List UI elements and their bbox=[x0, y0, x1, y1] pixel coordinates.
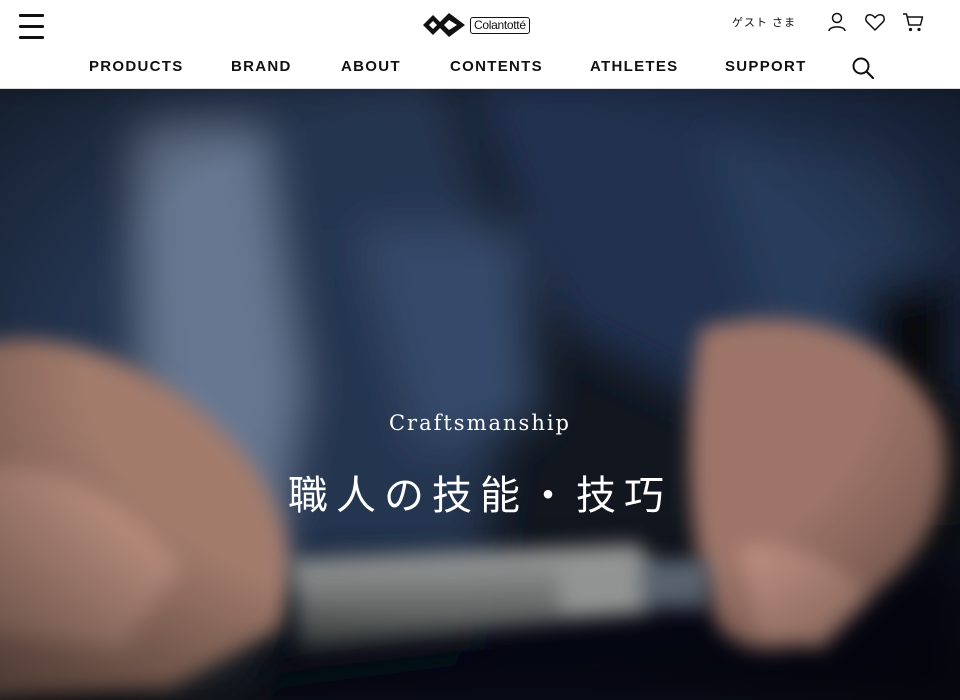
brand-logo[interactable]: Colantotté bbox=[422, 8, 530, 42]
nav-item-athletes[interactable]: ATHLETES bbox=[590, 58, 678, 75]
hero-title: 職人の技能・技巧 bbox=[288, 473, 672, 519]
heart-icon[interactable] bbox=[864, 11, 886, 33]
guest-label: ゲスト さま bbox=[731, 17, 796, 29]
hero-overlay bbox=[0, 89, 960, 700]
nav-item-support[interactable]: SUPPORT bbox=[725, 58, 807, 75]
search-icon[interactable] bbox=[851, 56, 875, 80]
cart-icon[interactable] bbox=[902, 11, 924, 33]
utility-nav: ゲスト さま bbox=[732, 11, 924, 33]
nav-item-about[interactable]: ABOUT bbox=[341, 58, 401, 75]
main-nav: PRODUCTS BRAND ABOUT CONTENTS ATHLETES S… bbox=[0, 58, 960, 80]
nav-item-brand[interactable]: BRAND bbox=[231, 58, 292, 75]
menu-icon-bar bbox=[19, 25, 44, 28]
menu-button[interactable] bbox=[19, 12, 45, 42]
menu-icon-bar bbox=[19, 36, 44, 39]
hero-eyebrow: Craftsmanship bbox=[388, 411, 572, 435]
nav-item-products[interactable]: PRODUCTS bbox=[89, 58, 184, 75]
menu-icon bbox=[19, 14, 44, 17]
hero-banner: Craftsmanship 職人の技能・技巧 bbox=[0, 89, 960, 700]
site-header: Colantotté ゲスト さま PRODUCTS BRAND ABOUT C bbox=[0, 0, 960, 89]
nav-item-contents[interactable]: CONTENTS bbox=[450, 58, 543, 75]
user-icon[interactable] bbox=[826, 11, 848, 33]
logo-mark-icon bbox=[423, 13, 465, 37]
logo-wordmark: Colantotté bbox=[470, 16, 530, 34]
